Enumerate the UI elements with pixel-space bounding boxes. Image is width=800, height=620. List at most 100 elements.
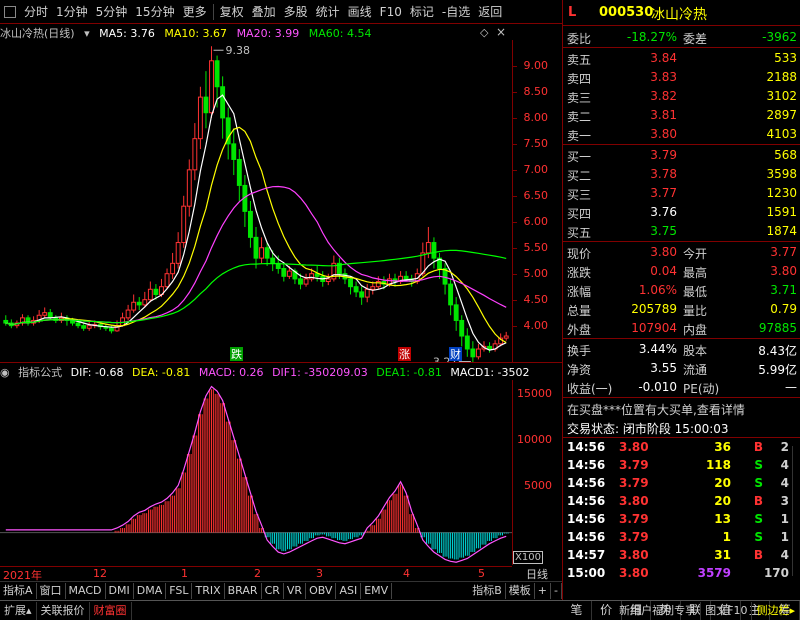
price-tick: 7.00 — [523, 162, 549, 176]
big-order-notice[interactable]: 在买盘***位置有大买单,查看详情 — [563, 398, 800, 418]
indicator-tab[interactable]: DMI — [106, 582, 134, 599]
status-wealth-circle[interactable]: 财富圈 — [90, 601, 132, 620]
event-badge-finance[interactable]: 财 — [449, 347, 462, 361]
price-tick-mark — [513, 299, 517, 301]
price-tick-mark — [513, 221, 517, 223]
indicator-tab[interactable]: - — [551, 582, 562, 599]
indicator-tab[interactable]: + — [535, 582, 552, 599]
tick-row: 14:56 3.80 20 B 3 — [563, 492, 800, 510]
fund-label: 净资 — [567, 363, 592, 377]
ask-label: 卖二 — [567, 110, 592, 124]
event-badge-up[interactable]: 涨 — [398, 347, 411, 361]
indicator-tab[interactable]: TRIX — [192, 582, 225, 599]
bid-price: 3.79 — [650, 148, 677, 162]
price-tick: 6.50 — [523, 188, 549, 202]
toolbar-timeshare[interactable]: 分时 — [20, 3, 52, 20]
indicator-tab[interactable]: MACD — [66, 582, 106, 599]
macd-tick: 10000 — [517, 433, 552, 447]
status-new-user[interactable]: 新用户福利专享 — [615, 601, 702, 620]
toolbar-adjust[interactable]: 复权 — [216, 3, 248, 20]
stock-title: L 000530 冰山冷热 — [563, 0, 800, 26]
candle-body — [459, 319, 465, 337]
indicator-tab[interactable]: 窗口 — [37, 582, 66, 599]
ma-dropdown-icon[interactable]: ▾ — [84, 27, 90, 40]
toolbar-stats[interactable]: 统计 — [312, 3, 344, 20]
indicator-tab[interactable]: FSL — [166, 582, 193, 599]
tick-row: 14:56 3.79 118 S 4 — [563, 456, 800, 474]
ask-row[interactable]: 卖三 3.82 3102 — [563, 86, 800, 106]
toolbar-back[interactable]: 返回 — [474, 3, 506, 20]
bid-row[interactable]: 买二 3.78 3598 — [563, 164, 800, 184]
diamond-icon[interactable]: ◇ — [480, 26, 488, 39]
indicator-tab[interactable]: 指标B — [469, 582, 506, 599]
weicha-label: 委差 — [683, 32, 708, 46]
fund-value: -0.010 — [638, 380, 677, 394]
toolbar-f10[interactable]: F10 — [376, 5, 406, 19]
toolbar-more[interactable]: 更多 — [179, 3, 211, 20]
price-tick: 4.50 — [523, 292, 549, 306]
svg-text:跌: 跌 — [231, 347, 242, 361]
candle-body — [286, 270, 292, 277]
toolbar-5min[interactable]: 5分钟 — [92, 3, 132, 20]
indicator-tab[interactable]: VR — [284, 582, 307, 599]
candle-body — [181, 205, 187, 244]
bid-row[interactable]: 买一 3.79 568 — [563, 145, 800, 165]
status-f10[interactable]: 图文F10 — [701, 601, 753, 620]
toolbar-1min[interactable]: 1分钟 — [52, 3, 92, 20]
ask-row[interactable]: 卖二 3.81 2897 — [563, 105, 800, 125]
high-price-label: 9.38 — [226, 44, 251, 57]
period-label[interactable]: 日线 — [512, 566, 562, 581]
kline-chart[interactable]: 9.383.27跌涨财 — [0, 40, 512, 362]
candle-body — [47, 312, 53, 319]
stat-label: 最低 — [683, 285, 708, 299]
toolbar-15min[interactable]: 15分钟 — [131, 3, 178, 20]
ask-row[interactable]: 卖一 3.80 4103 — [563, 124, 800, 144]
bid-volume: 568 — [774, 148, 797, 162]
status-expand[interactable]: 扩展▴ — [0, 601, 37, 620]
window-icon[interactable] — [4, 5, 16, 18]
weibi-value: -18.27% — [626, 30, 677, 44]
macd-chart[interactable] — [0, 380, 512, 565]
macd1-label: MACD1: -3502 — [450, 366, 530, 379]
close-icon[interactable]: × — [496, 25, 506, 39]
indicator-tab[interactable]: ASI — [336, 582, 362, 599]
tick-price: 3.80 — [619, 440, 649, 454]
bid-row[interactable]: 买四 3.76 1591 — [563, 202, 800, 222]
stat-value: 3.80 — [770, 264, 797, 278]
fund-label: PE(动) — [683, 382, 720, 396]
status-sidebar[interactable]: 侧边栏▸ — [752, 601, 800, 620]
indicator-tab[interactable]: CR — [262, 582, 284, 599]
toolbar-mark[interactable]: 标记 — [406, 3, 438, 20]
event-badge-down[interactable]: 跌 — [230, 347, 243, 361]
stat-value: 0.79 — [770, 302, 797, 316]
bid-label: 买五 — [567, 226, 592, 240]
indicator-tab[interactable]: 指标A — [0, 582, 37, 599]
macd-menu-icon[interactable]: ◉ — [0, 366, 10, 379]
ask-row[interactable]: 卖四 3.83 2188 — [563, 67, 800, 87]
candle-body — [86, 325, 92, 329]
kline-title: 冰山冷热(日线) — [0, 27, 75, 40]
bid-row[interactable]: 买三 3.77 1230 — [563, 183, 800, 203]
ask-row[interactable]: 卖五 3.84 533 — [563, 48, 800, 68]
candle-body — [431, 242, 437, 259]
fund-label: 股本 — [683, 344, 708, 358]
toolbar-draw[interactable]: 画线 — [344, 3, 376, 20]
candle-body — [325, 278, 331, 283]
candle-body — [359, 291, 365, 298]
candle-body — [108, 327, 114, 332]
tick-direction: B — [753, 494, 763, 508]
price-tick: 4.00 — [523, 318, 549, 332]
indicator-tab[interactable]: OBV — [306, 582, 337, 599]
candle-body — [186, 169, 192, 207]
toolbar-multistock[interactable]: 多股 — [280, 3, 312, 20]
indicator-tab[interactable]: EMV — [361, 582, 393, 599]
indicator-tab[interactable]: 模板 — [506, 582, 535, 599]
toolbar-overlay[interactable]: 叠加 — [248, 3, 280, 20]
toolbar-remove-watch[interactable]: -自选 — [438, 3, 474, 20]
stat-value: 0.04 — [650, 264, 677, 278]
candle-body — [281, 268, 287, 277]
status-related-quote[interactable]: 关联报价 — [37, 601, 90, 620]
indicator-tab[interactable]: DMA — [134, 582, 167, 599]
indicator-tab[interactable]: BRAR — [225, 582, 262, 599]
bid-row[interactable]: 买五 3.75 1874 — [563, 221, 800, 241]
